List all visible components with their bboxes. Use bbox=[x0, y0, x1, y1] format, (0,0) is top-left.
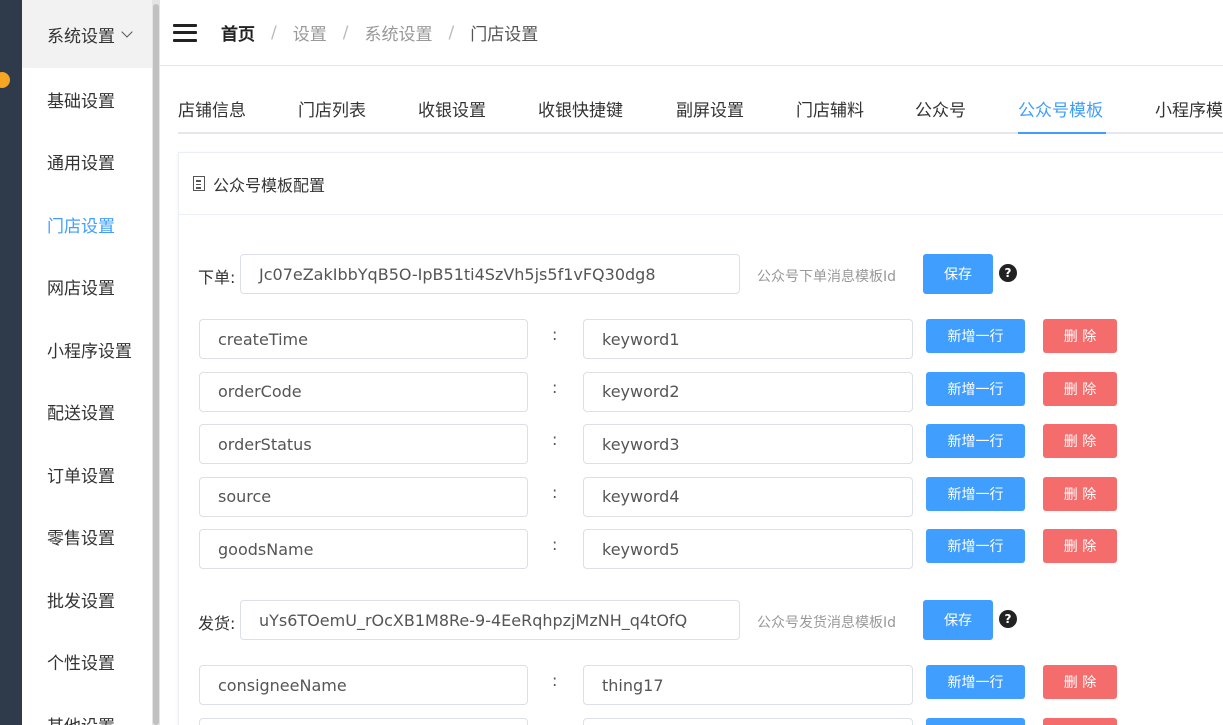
template-label: 下单: bbox=[198, 268, 236, 287]
breadcrumb-separator: / bbox=[448, 22, 455, 43]
save-button[interactable]: 保存 bbox=[923, 254, 993, 294]
settings-sidebar: 系统设置 基础设置 通用设置 门店设置 网店设置 小程序设置 配送设置 订单设置 零售设置 批发… bbox=[22, 0, 152, 725]
breadcrumb-separator: / bbox=[342, 22, 349, 43]
breadcrumb-store-settings: 门店设置 bbox=[470, 25, 539, 45]
breadcrumb: 首页 / 设置 / 系统设置 / 门店设置 bbox=[221, 20, 539, 46]
delete-row-button[interactable]: 删 除 bbox=[1043, 529, 1117, 563]
delete-row-button[interactable]: 删 除 bbox=[1043, 476, 1117, 511]
delete-row-button[interactable]: 删 除 bbox=[1043, 319, 1117, 353]
active-tab-indicator bbox=[1018, 132, 1106, 134]
add-row-button[interactable]: 新增一行 bbox=[926, 319, 1025, 353]
chevron-down-icon bbox=[121, 26, 133, 38]
card-header: 公众号模板配置 bbox=[179, 153, 1223, 215]
breadcrumb-home[interactable]: 首页 bbox=[221, 20, 255, 45]
document-icon bbox=[193, 176, 205, 191]
field-value-input[interactable]: keyword5 bbox=[583, 529, 913, 569]
key-value-separator: : bbox=[552, 535, 558, 554]
delete-row-button[interactable]: 删 除 bbox=[1043, 371, 1117, 406]
delete-row-button[interactable]: 删 除 bbox=[1043, 424, 1117, 458]
sidebar-item[interactable]: 其他设置 bbox=[22, 693, 152, 725]
tab[interactable]: 店铺信息 bbox=[178, 96, 246, 121]
field-key-input[interactable]: orderCode bbox=[199, 371, 528, 412]
field-value-input[interactable]: keyword4 bbox=[583, 476, 913, 517]
field-key-input[interactable] bbox=[199, 717, 528, 725]
delete-row-button[interactable]: 删 除 bbox=[1043, 665, 1117, 699]
key-value-separator: : bbox=[552, 671, 558, 690]
key-value-separator: : bbox=[552, 430, 558, 449]
tab[interactable]: 收银快捷键 bbox=[538, 96, 623, 121]
card-title: 公众号模板配置 bbox=[213, 175, 326, 195]
breadcrumb-system-settings[interactable]: 系统设置 bbox=[364, 20, 432, 45]
field-value-input[interactable]: keyword3 bbox=[583, 424, 913, 464]
help-icon[interactable]: ? bbox=[999, 610, 1017, 628]
add-row-button[interactable]: 新增一行 bbox=[926, 476, 1025, 511]
sidebar-item[interactable]: 批发设置 bbox=[22, 568, 152, 631]
sidebar-scrollbar[interactable] bbox=[152, 0, 160, 725]
sidebar-header-label: 系统设置 bbox=[47, 26, 115, 47]
field-value-input[interactable]: keyword2 bbox=[583, 371, 913, 412]
tab[interactable]: 门店辅料 bbox=[796, 96, 864, 121]
add-row-button[interactable]: 新增一行 bbox=[926, 371, 1025, 406]
tab[interactable]: 小程序模 bbox=[1155, 96, 1223, 121]
settings-tabs: 店铺信息 门店列表 收银设置 收银快捷键 副屏设置 门店辅料 公众号 公众号模板 小程序模 bbox=[160, 66, 1223, 134]
field-key-input[interactable]: goodsName bbox=[199, 529, 528, 569]
add-row-button[interactable]: 新增一行 bbox=[926, 424, 1025, 458]
tab[interactable]: 收银设置 bbox=[418, 96, 486, 121]
sidebar-item[interactable]: 个性设置 bbox=[22, 631, 152, 694]
sidebar-item[interactable]: 订单设置 bbox=[22, 443, 152, 506]
sidebar-item[interactable]: 通用设置 bbox=[22, 131, 152, 194]
help-icon[interactable]: ? bbox=[999, 264, 1017, 282]
add-row-button[interactable]: 新增一行 bbox=[926, 529, 1025, 563]
template-id-hint: 公众号发货消息模板Id bbox=[757, 615, 897, 631]
template-config-card: 公众号模板配置 下单: Jc07eZakIbbYqB5O-IpB51ti4SzVh… bbox=[178, 152, 1223, 725]
top-header: 首页 / 设置 / 系统设置 / 门店设置 bbox=[160, 0, 1223, 66]
tab[interactable]: 门店列表 bbox=[298, 96, 366, 121]
sidebar-item[interactable]: 门店设置 bbox=[22, 193, 152, 256]
sidebar-item[interactable]: 网店设置 bbox=[22, 256, 152, 319]
template-id-hint: 公众号下单消息模板Id bbox=[757, 269, 897, 285]
save-button[interactable]: 保存 bbox=[923, 600, 993, 640]
notification-dot bbox=[0, 72, 10, 88]
app-rail bbox=[0, 0, 22, 725]
tab[interactable]: 公众号模板 bbox=[1018, 96, 1103, 121]
add-row-button[interactable]: 新增一行 bbox=[926, 717, 1025, 725]
tab[interactable]: 公众号 bbox=[915, 96, 966, 121]
field-key-input[interactable]: createTime bbox=[199, 319, 528, 359]
template-label: 发货: bbox=[198, 614, 236, 633]
sidebar-header[interactable]: 系统设置 bbox=[22, 0, 152, 68]
breadcrumb-separator: / bbox=[271, 22, 277, 43]
breadcrumb-settings[interactable]: 设置 bbox=[293, 20, 327, 45]
key-value-separator: : bbox=[552, 377, 558, 397]
field-value-input[interactable]: thing17 bbox=[583, 665, 913, 705]
field-value-input[interactable]: keyword1 bbox=[583, 319, 913, 359]
add-row-button[interactable]: 新增一行 bbox=[926, 665, 1025, 699]
sidebar-item[interactable]: 基础设置 bbox=[22, 68, 152, 131]
sidebar-item[interactable]: 零售设置 bbox=[22, 506, 152, 569]
field-value-input[interactable] bbox=[583, 717, 913, 725]
scrollbar-thumb[interactable] bbox=[153, 4, 159, 725]
template-id-input[interactable]: uYs6TOemU_rOcXB1M8Re-9-4EeRqhpzjMzNH_q4t… bbox=[240, 600, 740, 640]
key-value-separator: : bbox=[552, 482, 558, 502]
sidebar-item[interactable]: 配送设置 bbox=[22, 381, 152, 444]
key-value-separator: : bbox=[552, 325, 558, 344]
field-key-input[interactable]: orderStatus bbox=[199, 424, 528, 464]
menu-toggle-icon[interactable] bbox=[173, 23, 197, 42]
field-key-input[interactable]: consigneeName bbox=[199, 665, 528, 705]
tab[interactable]: 副屏设置 bbox=[676, 96, 744, 121]
template-id-input[interactable]: Jc07eZakIbbYqB5O-IpB51ti4SzVh5js5f1vFQ30… bbox=[240, 254, 740, 294]
delete-row-button[interactable]: 删 除 bbox=[1043, 717, 1117, 725]
sidebar-item[interactable]: 小程序设置 bbox=[22, 318, 152, 381]
field-key-input[interactable]: source bbox=[199, 476, 528, 517]
